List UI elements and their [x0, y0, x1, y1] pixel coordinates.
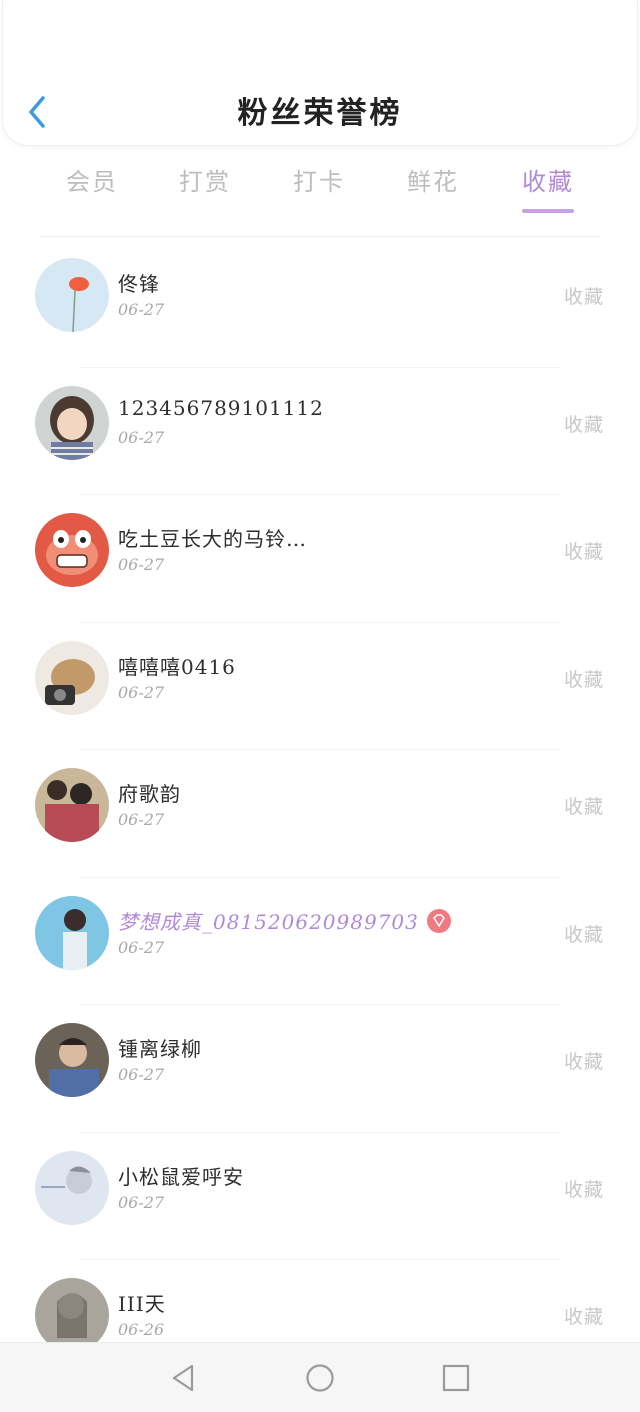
list-item[interactable]: 梦想成真_081520620989703 06-27 收藏: [0, 878, 640, 1005]
fan-list: 佟锋 06-27 收藏 123456789101112 06-27 收藏 吃土豆…: [0, 240, 640, 1388]
avatar: [35, 1278, 109, 1352]
favorite-label: 收藏: [563, 1051, 604, 1073]
avatar: [35, 895, 109, 970]
favorite-label: 收藏: [563, 796, 604, 818]
triangle-back-icon: [172, 1364, 194, 1392]
nav-back-button[interactable]: [166, 1361, 200, 1395]
favorite-label: 收藏: [563, 923, 604, 946]
tab-checkin[interactable]: 打卡: [279, 160, 359, 216]
tab-member[interactable]: 会员: [52, 160, 132, 216]
fan-name: 佟锋: [118, 272, 160, 296]
header: 粉丝荣誉榜: [2, 0, 638, 146]
fan-date: 06-27: [118, 682, 165, 702]
fan-name: 府歌韵: [118, 782, 181, 806]
fan-name: 嘻嘻嘻0416: [118, 654, 236, 679]
fan-date: 06-27: [118, 937, 165, 957]
list-item[interactable]: 锺离绿柳 06-27 收藏: [0, 1005, 640, 1133]
page: 粉丝荣誉榜 会员 打赏 打卡 鲜花 收藏 佟锋 06-27 收藏 1234567…: [0, 0, 640, 1412]
fan-name: 小松鼠爱呼安: [118, 1164, 244, 1189]
fan-name: III天: [118, 1292, 166, 1316]
fan-name: 梦想成真_081520620989703: [118, 906, 451, 936]
diamond-icon: [426, 909, 451, 933]
page-title: 粉丝荣誉榜: [237, 96, 403, 131]
list-item[interactable]: 佟锋 06-27 收藏: [0, 240, 640, 368]
fan-date: 06-27: [118, 427, 165, 447]
fan-name-text: 梦想成真_081520620989703: [118, 909, 419, 934]
favorite-label: 收藏: [563, 541, 604, 563]
tab-favorites[interactable]: 收藏: [508, 160, 588, 216]
nav-home-button[interactable]: [303, 1361, 337, 1395]
tab-reward[interactable]: 打赏: [165, 160, 245, 216]
fan-name: 123456789101112: [118, 395, 324, 420]
list-item[interactable]: 吃土豆长大的马铃… 06-27 收藏: [0, 495, 640, 623]
list-item[interactable]: 123456789101112 06-27 收藏: [0, 368, 640, 495]
avatar: [35, 1150, 109, 1225]
fan-name: 吃土豆长大的马铃…: [118, 527, 307, 551]
nav-recents-button[interactable]: [439, 1361, 473, 1395]
fan-date: 06-27: [118, 810, 165, 829]
tab-flowers[interactable]: 鲜花: [393, 160, 473, 216]
fan-date: 06-27: [118, 1192, 165, 1212]
fan-date: 06-26: [118, 1320, 165, 1339]
active-tab-indicator: [522, 209, 574, 213]
favorite-label: 收藏: [563, 413, 604, 436]
favorite-label: 收藏: [563, 1306, 604, 1328]
favorite-label: 收藏: [563, 286, 604, 308]
fan-name: 锺离绿柳: [118, 1037, 202, 1061]
circle-home-icon: [306, 1364, 334, 1392]
favorite-label: 收藏: [563, 1178, 604, 1201]
divider: [40, 236, 600, 237]
list-item[interactable]: 嘻嘻嘻0416 06-27 收藏: [0, 623, 640, 750]
fan-date: 06-27: [118, 300, 165, 319]
avatar: [35, 1023, 109, 1097]
fan-date: 06-27: [118, 1065, 165, 1084]
square-recents-icon: [442, 1364, 470, 1392]
list-item[interactable]: 府歌韵 06-27 收藏: [0, 750, 640, 878]
favorite-label: 收藏: [563, 668, 604, 691]
avatar: [35, 640, 109, 715]
avatar: [35, 513, 109, 587]
avatar: [35, 768, 109, 842]
list-item[interactable]: 小松鼠爱呼安 06-27 收藏: [0, 1133, 640, 1260]
system-nav-bar: [0, 1342, 640, 1412]
fan-date: 06-27: [118, 555, 165, 574]
avatar: [35, 385, 109, 460]
avatar: [35, 258, 109, 332]
